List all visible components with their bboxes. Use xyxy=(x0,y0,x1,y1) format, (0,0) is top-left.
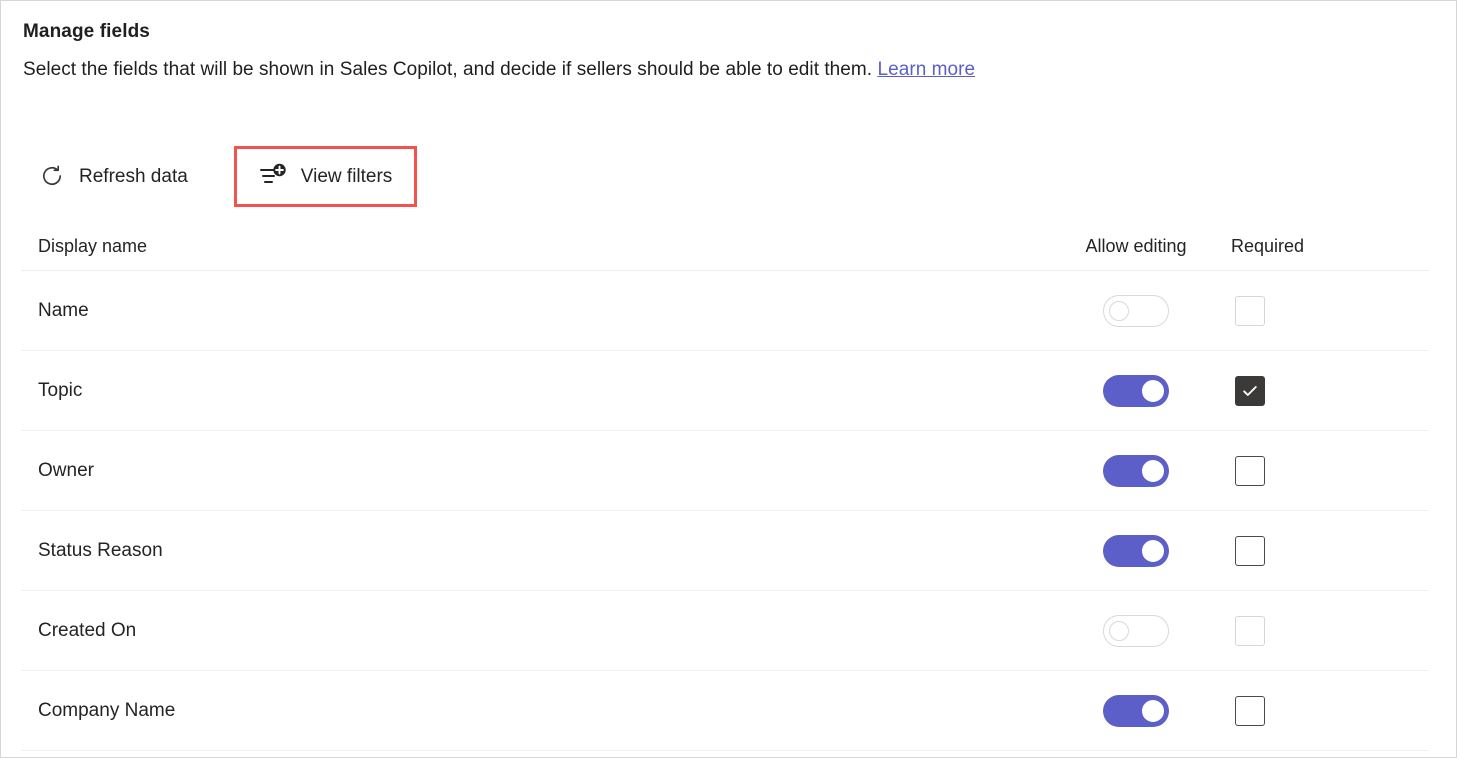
allow-editing-cell xyxy=(1041,614,1231,647)
toggle-knob xyxy=(1142,459,1164,482)
page-subtitle: Select the fields that will be shown in … xyxy=(23,59,975,81)
required-cell xyxy=(1231,695,1421,726)
table-header-row: Display name Allow editing Required xyxy=(21,223,1429,271)
checkmark-icon xyxy=(1243,385,1257,396)
required-cell xyxy=(1231,615,1421,646)
table-row: Company Name xyxy=(21,671,1429,751)
required-cell xyxy=(1231,375,1421,406)
toggle-knob xyxy=(1109,620,1129,641)
allow-editing-toggle xyxy=(1103,294,1169,327)
field-display-name: Company Name xyxy=(38,699,176,721)
field-display-name: Created On xyxy=(38,619,137,641)
allow-editing-cell xyxy=(1041,374,1231,407)
table-row: Created On xyxy=(21,591,1429,671)
fields-table: Display name Allow editing Required Name… xyxy=(21,223,1429,751)
table-row: Status Reason xyxy=(21,511,1429,591)
view-filters-label: View filters xyxy=(300,165,393,187)
required-cell xyxy=(1231,455,1421,486)
field-display-name: Name xyxy=(38,299,89,321)
required-cell xyxy=(1231,535,1421,566)
required-checkbox[interactable] xyxy=(1235,695,1265,726)
learn-more-link[interactable]: Learn more xyxy=(877,59,975,80)
allow-editing-cell xyxy=(1041,294,1231,327)
refresh-icon xyxy=(39,163,65,189)
command-bar: Refresh data View filters xyxy=(23,145,418,207)
manage-fields-page: Manage fields Select the fields that wil… xyxy=(0,0,1457,758)
required-checkbox[interactable] xyxy=(1235,535,1265,566)
page-subtitle-text: Select the fields that will be shown in … xyxy=(23,59,873,80)
allow-editing-toggle[interactable] xyxy=(1103,374,1169,407)
toggle-knob xyxy=(1142,699,1164,722)
allow-editing-cell xyxy=(1041,694,1231,727)
allow-editing-toggle[interactable] xyxy=(1103,454,1169,487)
toggle-knob xyxy=(1142,539,1164,562)
column-header-allow-editing: Allow editing xyxy=(1085,236,1187,256)
toggle-knob xyxy=(1109,300,1129,321)
allow-editing-cell xyxy=(1041,454,1231,487)
table-row: Owner xyxy=(21,431,1429,511)
allow-editing-toggle xyxy=(1103,614,1169,647)
table-row: Topic xyxy=(21,351,1429,431)
column-header-display-name: Display name xyxy=(38,236,148,256)
refresh-data-button[interactable]: Refresh data xyxy=(23,146,204,206)
toggle-knob xyxy=(1142,379,1164,402)
allow-editing-cell xyxy=(1041,534,1231,567)
table-body: Name Topic Owner Status Reason Created On Com… xyxy=(21,271,1429,751)
field-display-name: Status Reason xyxy=(38,539,163,561)
allow-editing-toggle[interactable] xyxy=(1103,694,1169,727)
filter-add-icon xyxy=(259,163,287,189)
required-checkbox xyxy=(1235,615,1265,646)
page-title: Manage fields xyxy=(23,21,150,42)
field-display-name: Topic xyxy=(38,379,83,401)
refresh-data-label: Refresh data xyxy=(79,165,188,187)
required-cell xyxy=(1231,295,1421,326)
required-checkbox xyxy=(1235,295,1265,326)
column-header-required: Required xyxy=(1231,236,1305,256)
field-display-name: Owner xyxy=(38,459,94,481)
allow-editing-toggle[interactable] xyxy=(1103,534,1169,567)
required-checkbox[interactable] xyxy=(1235,455,1265,486)
table-row: Name xyxy=(21,271,1429,351)
required-checkbox[interactable] xyxy=(1235,375,1265,406)
view-filters-button[interactable]: View filters xyxy=(233,145,418,207)
